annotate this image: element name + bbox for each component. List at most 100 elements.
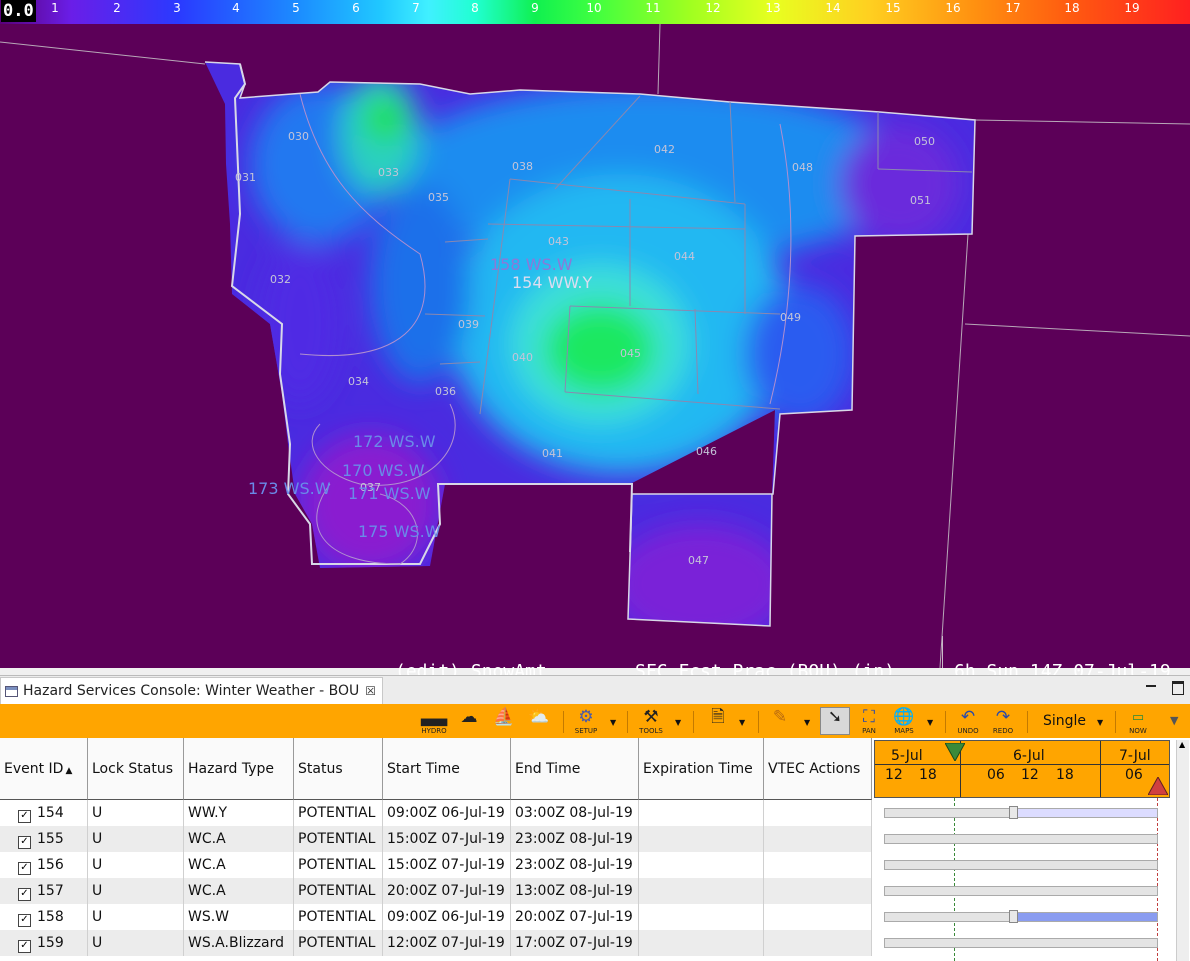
table-cell-status: POTENTIAL (294, 826, 383, 852)
hazard-label-158[interactable]: 158 WS.W (490, 255, 573, 274)
toolbar-separator (563, 711, 564, 733)
scroll-up-icon[interactable]: ▲ (1179, 740, 1185, 749)
table-cell-exp (639, 852, 764, 878)
start-time-header[interactable]: Start Time (383, 738, 511, 800)
sort-ascending-icon: ▲ (65, 766, 73, 776)
timeline-day-7-jul: 7-Jul (1119, 748, 1151, 764)
table-row[interactable]: ✓ 157 U WC.A POTENTIAL 20:00Z 07-Jul-19 13:00Z… (0, 878, 872, 904)
end-time-line (1157, 798, 1158, 961)
redo-button[interactable]: ↷ REDO (991, 708, 1015, 736)
vtec-actions-header[interactable]: VTEC Actions (764, 738, 872, 800)
start-time-handle[interactable] (1008, 806, 1018, 819)
draw-dropdown-icon[interactable]: ▼ (804, 718, 810, 727)
fire-weather-button[interactable]: ⛅ (526, 708, 552, 736)
now-button[interactable]: ▭ NOW (1125, 708, 1151, 736)
console-tab[interactable]: Hazard Services Console: Winter Weather … (0, 677, 384, 704)
table-cell-lock: U (88, 930, 184, 956)
event-checkbox[interactable]: ✓ (18, 836, 31, 849)
current-time-marker[interactable] (945, 743, 965, 761)
sailboat-icon: ⛵ (493, 707, 515, 727)
table-cell-exp (639, 930, 764, 956)
zone-label: 033 (378, 166, 399, 179)
close-icon[interactable]: ☒ (365, 684, 376, 698)
table-cell-end: 20:00Z 07-Jul-19 (511, 904, 639, 930)
select-button[interactable]: ➘ (820, 707, 850, 735)
cell-text: U (92, 883, 103, 899)
arrow-select-icon: ➘ (827, 707, 843, 727)
maps-button[interactable]: 🌐 MAPS (890, 708, 918, 736)
event-checkbox[interactable]: ✓ (18, 914, 31, 927)
column-header-label: End Time (515, 761, 581, 777)
tools-button[interactable]: ⚒ TOOLS (637, 708, 665, 736)
start-time-handle[interactable] (1008, 910, 1018, 923)
setup-dropdown-icon[interactable]: ▼ (610, 718, 616, 727)
table-cell-id: ✓ 157 (0, 878, 88, 904)
marine-button[interactable]: ⛵ (491, 708, 517, 736)
event-checkbox[interactable]: ✓ (18, 940, 31, 953)
product-button[interactable]: 🗎 (706, 708, 730, 736)
maps-dropdown-icon[interactable]: ▼ (927, 718, 933, 727)
pan-label: PAN (862, 727, 876, 735)
colorbar-tick-label: 12 (705, 1, 721, 15)
zone-label: 051 (910, 194, 931, 207)
hazard-label-154[interactable]: 154 WW.Y (512, 273, 592, 292)
cell-text: 03:00Z 08-Jul-19 (515, 805, 633, 821)
colorbar-tick-label: 9 (531, 1, 539, 15)
setup-label: SETUP (574, 727, 598, 735)
table-row[interactable]: ✓ 159 U WS.A.Blizzard POTENTIAL 12:00Z 07-Jul… (0, 930, 872, 956)
hazard-label-170[interactable]: 170 WS.W (342, 461, 425, 480)
colorbar-tick-label: 6 (352, 1, 360, 15)
setup-button[interactable]: ⚙ SETUP (572, 708, 600, 736)
pan-button[interactable]: ⛶ PAN (857, 708, 881, 736)
toolbar-menu-icon[interactable]: ▼ (1170, 714, 1178, 727)
event-checkbox[interactable]: ✓ (18, 888, 31, 901)
event-id-header[interactable]: Event ID ▲ (0, 738, 88, 800)
tools-dropdown-icon[interactable]: ▼ (675, 718, 681, 727)
table-row[interactable]: ✓ 156 U WC.A POTENTIAL 15:00Z 07-Jul-19 23:00Z… (0, 852, 872, 878)
snow-amount-colorbar: 0.0 1 2 3 4 5 6 7 8 9 10 11 12 13 14 15 16 17 18 19 (0, 0, 1190, 24)
event-checkbox[interactable]: ✓ (18, 862, 31, 875)
maximize-button[interactable] (1172, 681, 1184, 695)
event-checkbox[interactable]: ✓ (18, 810, 31, 823)
hydro-button[interactable]: ▃▃ HYDRO (421, 708, 447, 736)
lock-status-header[interactable]: Lock Status (88, 738, 184, 800)
colorbar-tick-label: 3 (173, 1, 181, 15)
cell-text: WC.A (188, 857, 226, 873)
minimize-button[interactable] (1146, 685, 1156, 687)
hazard-label-173[interactable]: 173 WS.W (248, 479, 331, 498)
now-label: NOW (1129, 727, 1147, 735)
undo-button[interactable]: ↶ UNDO (956, 708, 980, 736)
table-row[interactable]: ✓ 155 U WC.A POTENTIAL 15:00Z 07-Jul-19 23:00Z… (0, 826, 872, 852)
table-cell-lock: U (88, 852, 184, 878)
status-header[interactable]: Status (294, 738, 383, 800)
hazard-label-171[interactable]: 171 WS.W (348, 484, 431, 503)
event-time-bar[interactable] (884, 834, 1158, 844)
selection-mode-dropdown[interactable]: Single (1043, 713, 1086, 729)
hazard-type-header[interactable]: Hazard Type (184, 738, 294, 800)
draw-button[interactable]: ✎ (768, 708, 792, 736)
table-row[interactable]: ✓ 154 U WW.Y POTENTIAL 09:00Z 06-Jul-19 03:00Z… (0, 800, 872, 826)
event-time-fill (1012, 809, 1157, 817)
product-dropdown-icon[interactable]: ▼ (739, 718, 745, 727)
table-cell-exp (639, 826, 764, 852)
event-time-bar[interactable] (884, 860, 1158, 870)
hazard-label-175[interactable]: 175 WS.W (358, 522, 441, 541)
forecast-map[interactable]: 030 031 032 033 034 035 036 037 038 039 040 041 042 0… (0, 24, 1190, 682)
table-cell-id: ✓ 156 (0, 852, 88, 878)
pan-icon: ⛶ (863, 707, 875, 727)
event-time-bar[interactable] (884, 886, 1158, 896)
mode-dropdown-icon[interactable]: ▼ (1097, 718, 1103, 727)
timeline-ruler[interactable]: 5-Jul 6-Jul 7-Jul 12 18 06 12 18 06 (874, 740, 1170, 798)
end-time-header[interactable]: End Time (511, 738, 639, 800)
window-icon (5, 685, 18, 697)
hazard-label-172[interactable]: 172 WS.W (353, 432, 436, 451)
table-vertical-scrollbar[interactable]: ▲ (1176, 740, 1189, 961)
table-row[interactable]: ✓ 158 U WS.W POTENTIAL 09:00Z 06-Jul-19 20:00Z… (0, 904, 872, 930)
timeline-panel[interactable]: 5-Jul 6-Jul 7-Jul 12 18 06 12 18 06 (872, 738, 1190, 961)
event-time-bar[interactable] (884, 910, 1158, 923)
end-time-marker[interactable] (1148, 777, 1168, 795)
expiration-time-header[interactable]: Expiration Time (639, 738, 764, 800)
event-time-bar[interactable] (884, 938, 1158, 948)
event-time-bar[interactable] (884, 806, 1158, 819)
winter-weather-button[interactable]: ☁ (456, 708, 482, 736)
